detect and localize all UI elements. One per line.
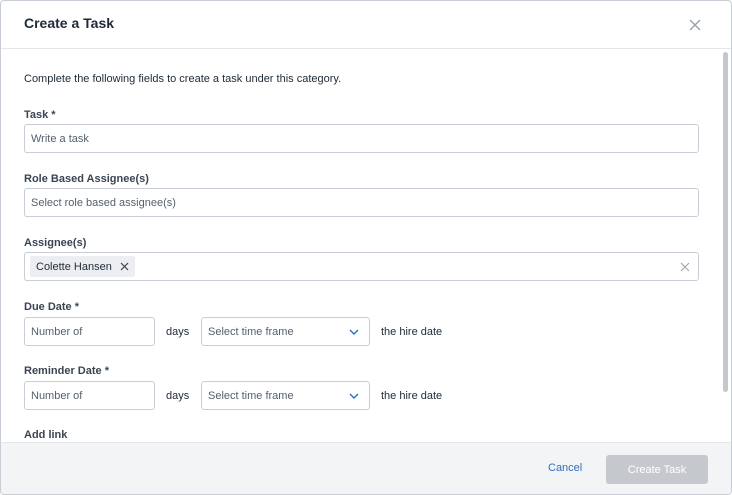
- reminder-date-timeframe-select[interactable]: Select time frame: [201, 381, 370, 410]
- create-task-button[interactable]: Create Task: [606, 455, 708, 484]
- assignee-chip-label: Colette Hansen: [36, 260, 112, 273]
- due-date-suffix: the hire date: [381, 326, 443, 338]
- reminder-date-label: Reminder Date *: [24, 365, 109, 377]
- chevron-down-icon: [349, 393, 359, 399]
- scrollbar-thumb[interactable]: [723, 52, 728, 392]
- due-date-number-input[interactable]: [31, 325, 154, 338]
- assignees-label: Assignee(s): [24, 237, 87, 249]
- reminder-date-suffix: the hire date: [381, 390, 443, 402]
- close-icon[interactable]: [687, 17, 703, 33]
- due-date-timeframe-select[interactable]: Select time frame: [201, 317, 370, 346]
- due-date-days-label: days: [166, 326, 190, 338]
- assignees-field[interactable]: Colette Hansen: [24, 252, 699, 281]
- reminder-date-number-input[interactable]: [31, 389, 154, 402]
- create-task-modal: Create a Task Complete the following fie…: [0, 0, 732, 495]
- modal-header: Create a Task: [1, 1, 731, 49]
- reminder-date-number-field: [24, 381, 155, 410]
- role-assignees-label: Role Based Assignee(s): [24, 173, 149, 185]
- assignee-chip: Colette Hansen: [30, 256, 135, 277]
- modal-scrollbar[interactable]: [721, 50, 729, 442]
- clear-icon[interactable]: [680, 262, 690, 272]
- cancel-button[interactable]: Cancel: [548, 462, 582, 474]
- modal-body: Complete the following fields to create …: [1, 50, 731, 442]
- due-date-label: Due Date *: [24, 301, 80, 313]
- intro-text: Complete the following fields to create …: [24, 73, 342, 85]
- task-label: Task *: [24, 109, 56, 121]
- modal-title: Create a Task: [24, 15, 115, 31]
- close-small-icon[interactable]: [120, 262, 129, 271]
- reminder-date-days-label: days: [166, 390, 190, 402]
- modal-footer: Cancel Create Task: [1, 442, 731, 494]
- due-date-number-field: [24, 317, 155, 346]
- task-field: [24, 124, 699, 153]
- role-assignees-input[interactable]: [31, 196, 698, 209]
- due-date-timeframe-value: Select time frame: [208, 325, 294, 338]
- chevron-down-icon: [349, 329, 359, 335]
- add-link-label: Add link: [24, 429, 68, 441]
- task-input[interactable]: [31, 132, 698, 145]
- reminder-date-timeframe-value: Select time frame: [208, 389, 294, 402]
- role-assignees-field: [24, 188, 699, 217]
